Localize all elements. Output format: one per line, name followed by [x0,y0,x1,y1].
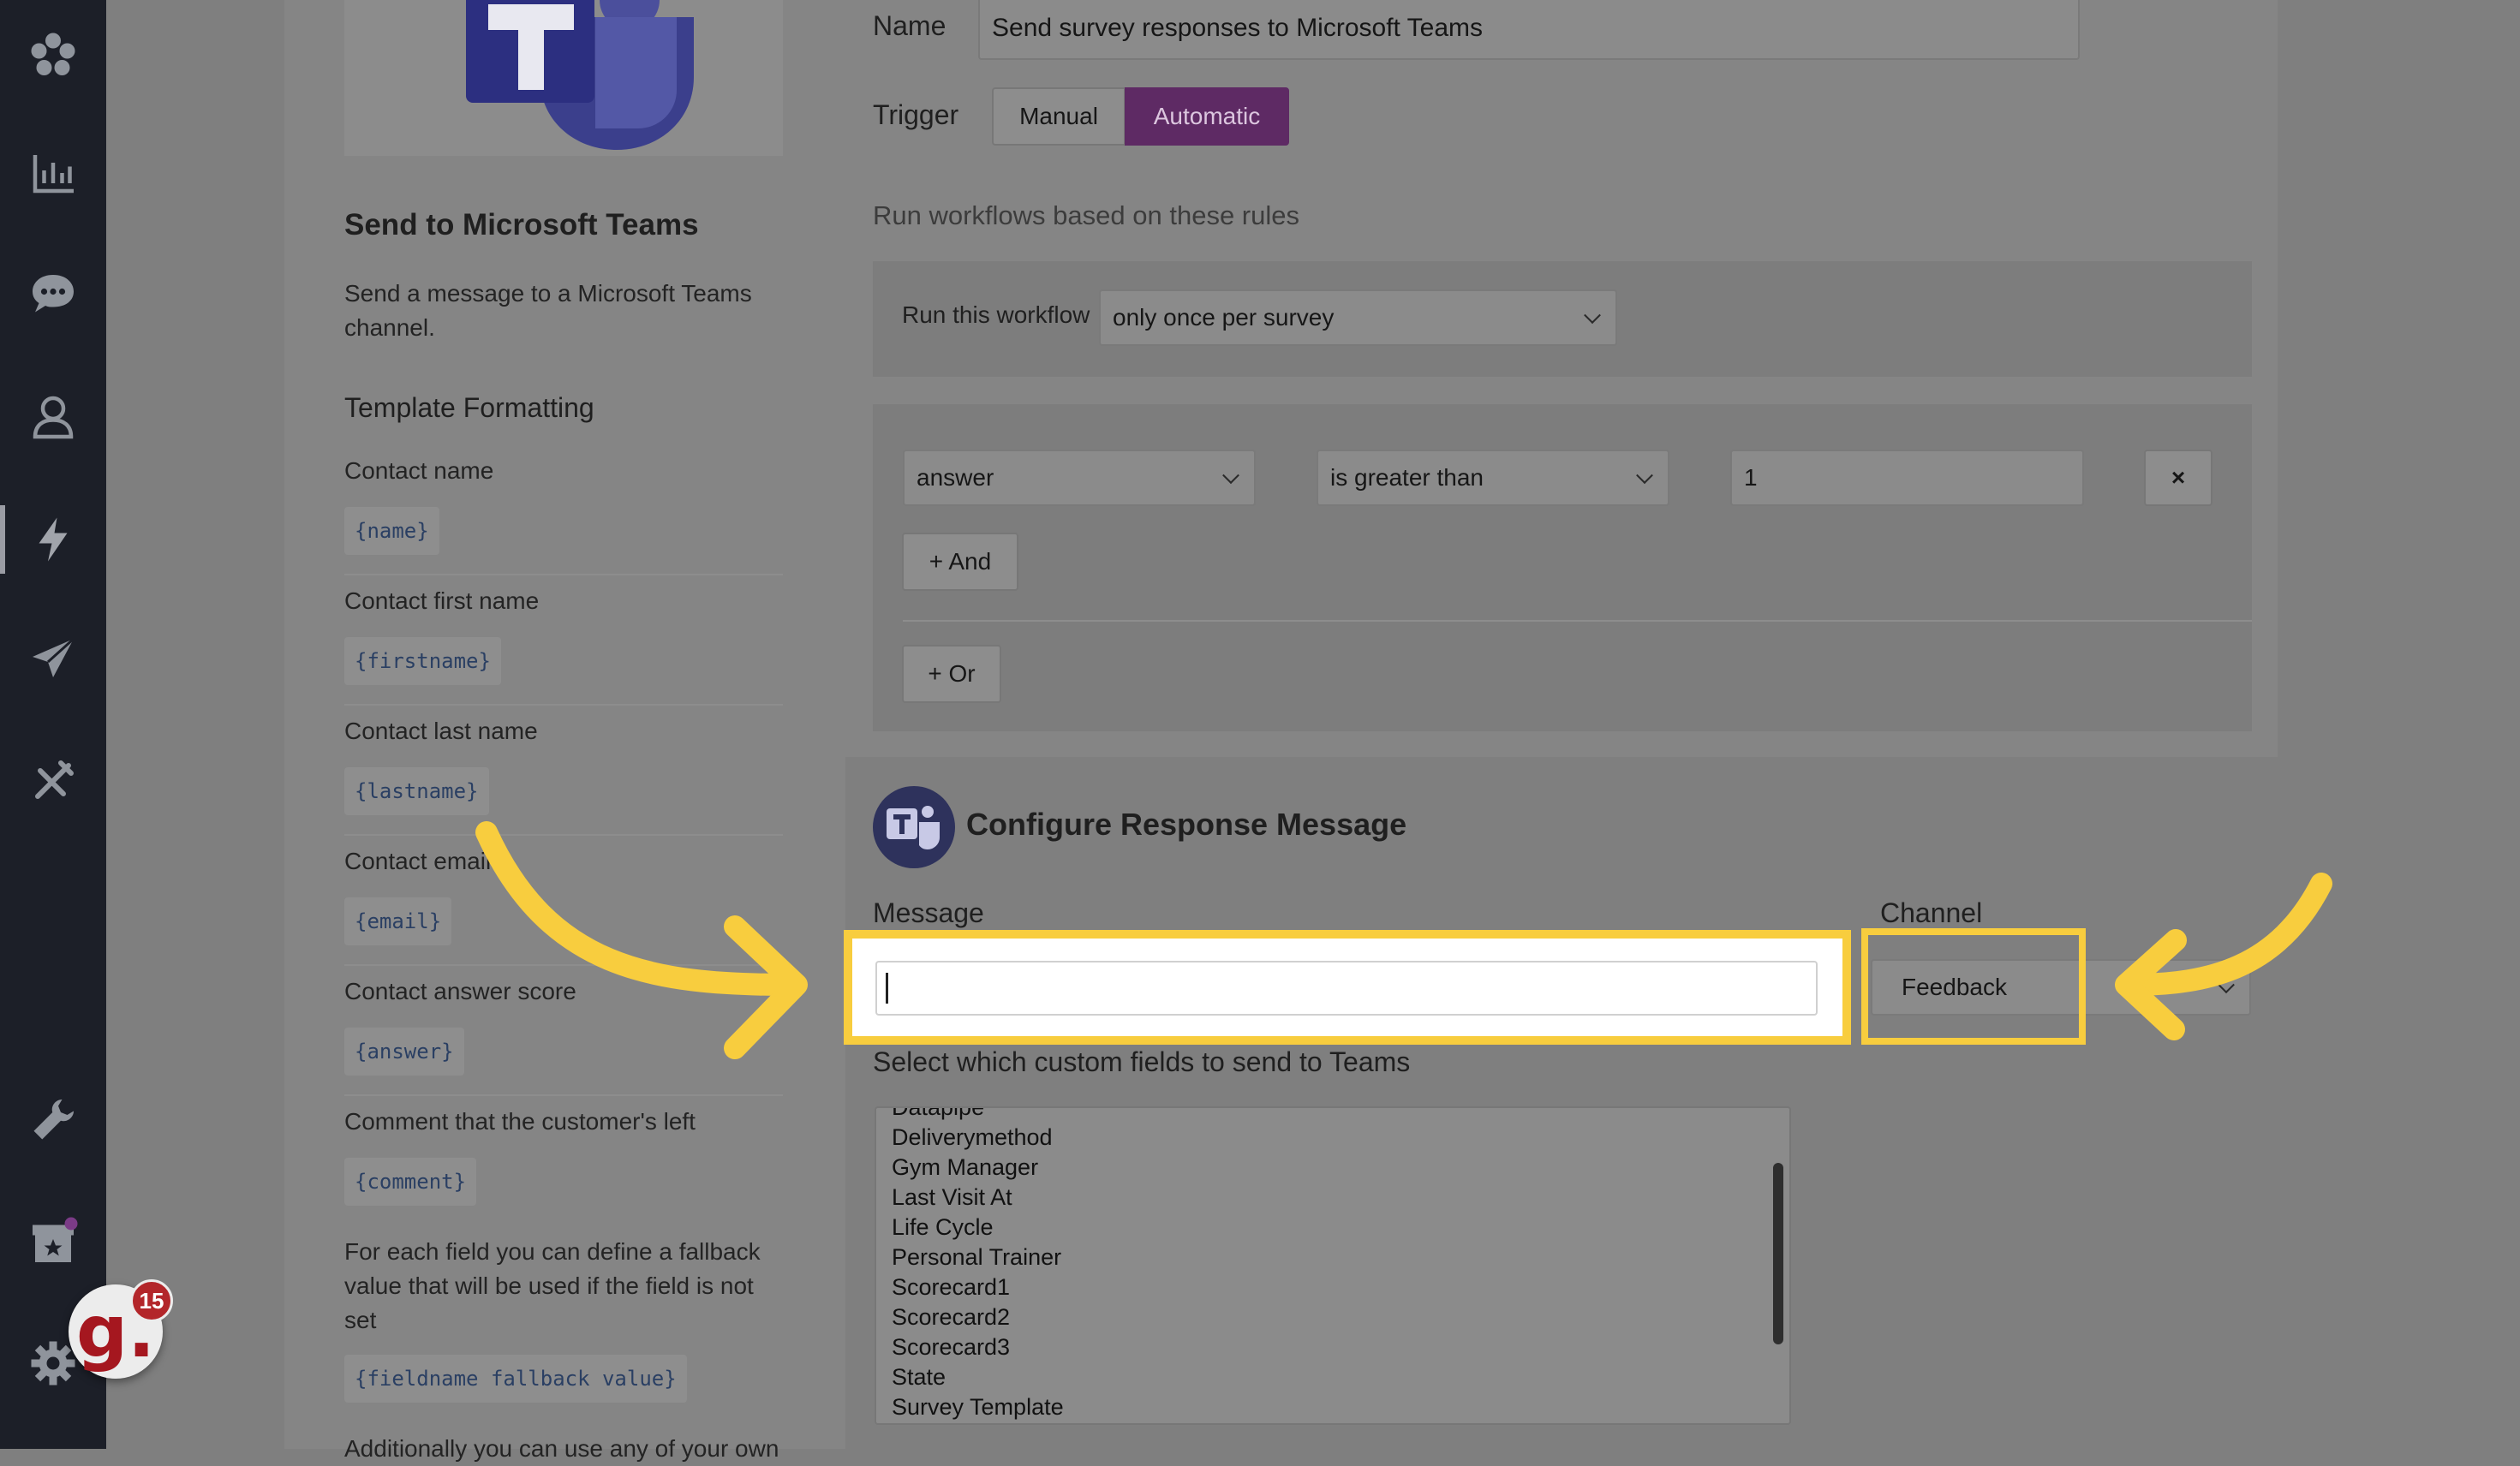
arrow-to-channel [2120,873,2332,996]
annotation-arrows [475,821,2332,1059]
arrow-to-message [475,821,799,996]
